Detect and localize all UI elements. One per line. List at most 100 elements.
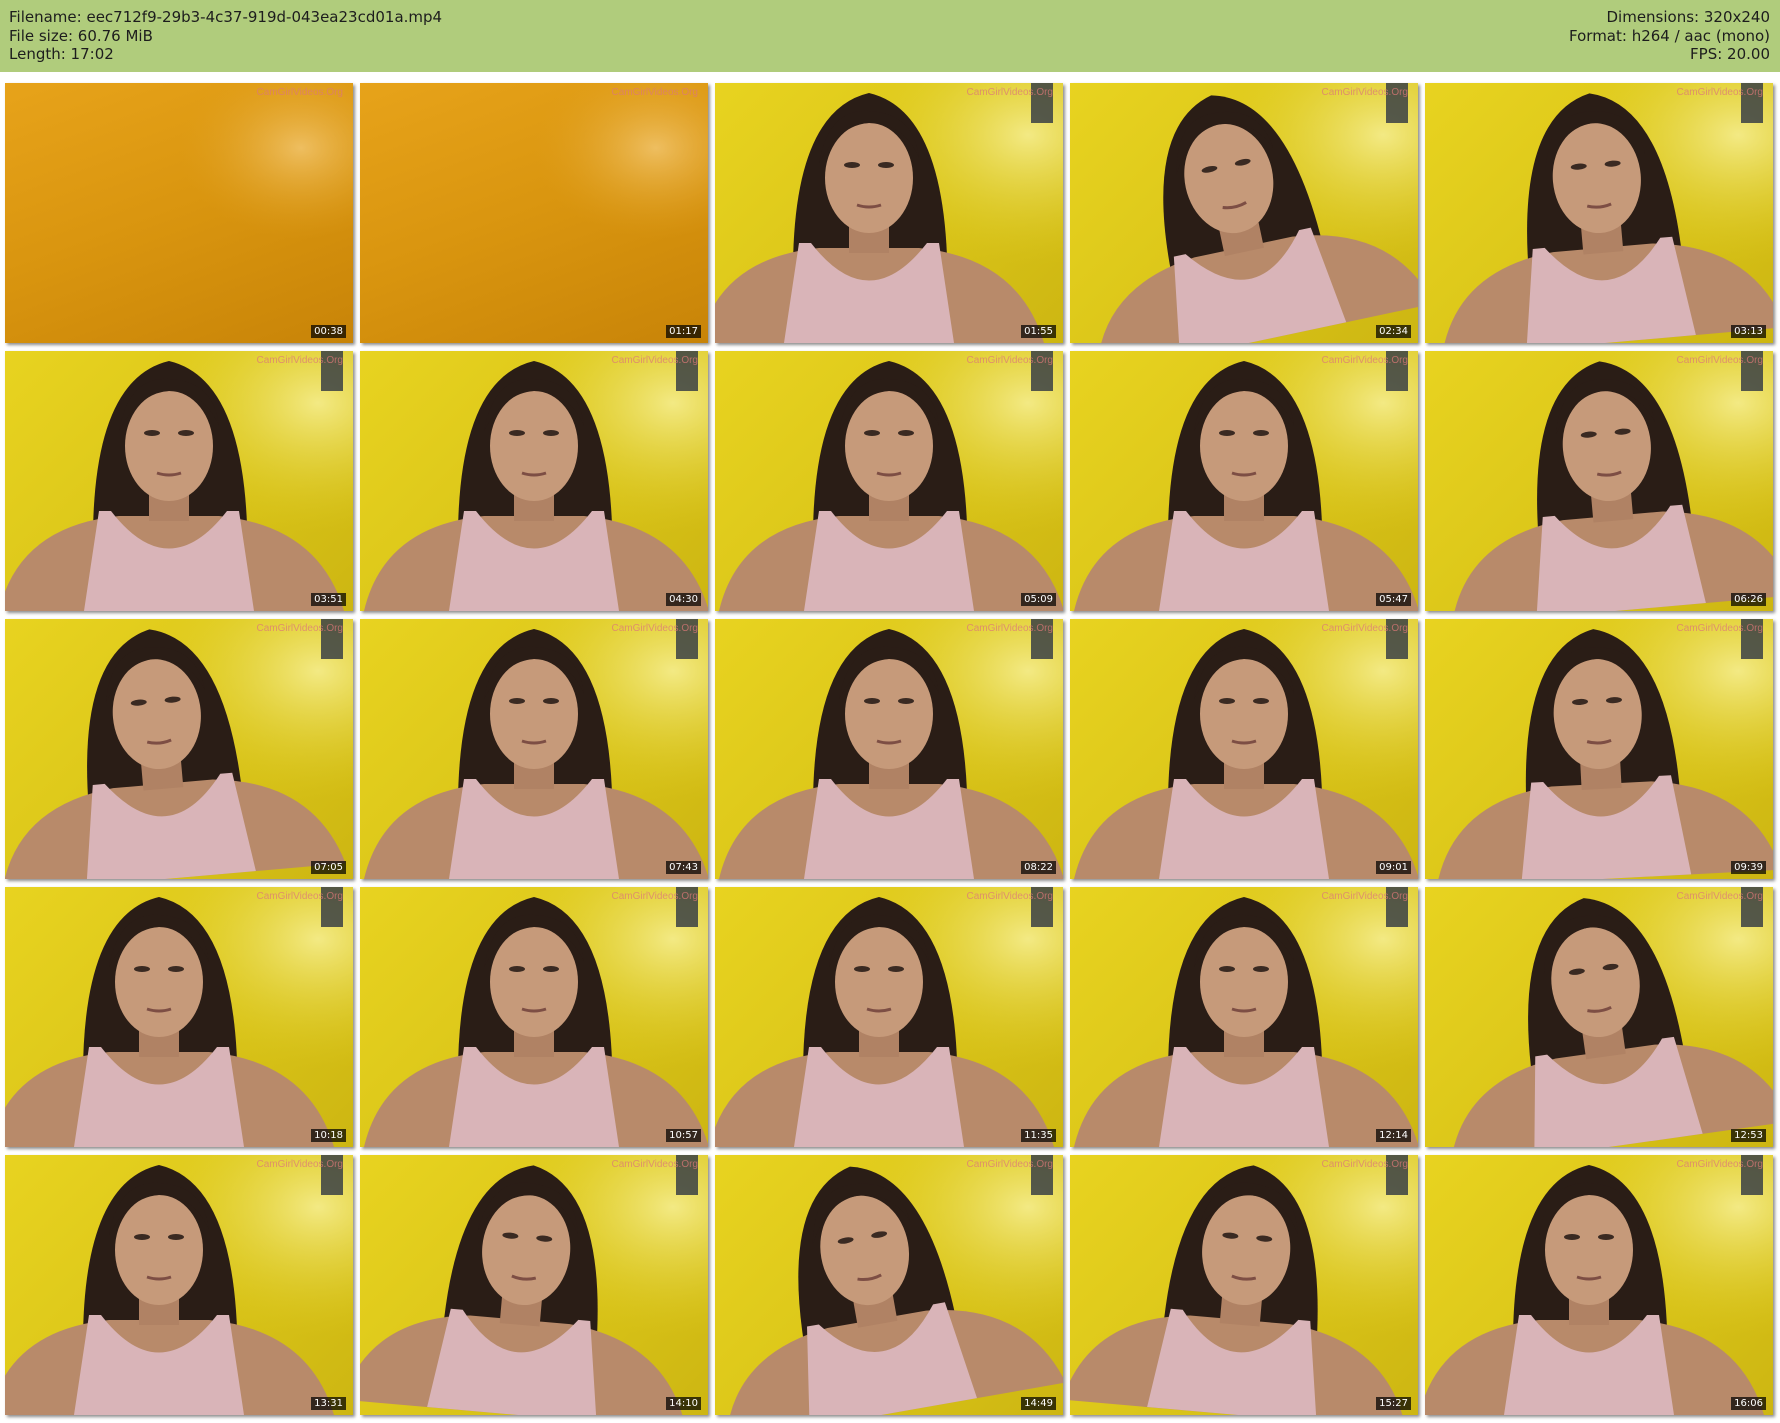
thumbnail-frame[interactable]: CamGirlVideos.Org 03:51	[5, 351, 353, 611]
frame-image	[360, 887, 708, 1147]
watermark-text: CamGirlVideos.Org	[256, 1159, 343, 1170]
thumbnail-frame[interactable]: CamGirlVideos.Org 02:34	[1070, 83, 1418, 343]
thumbnail-frame[interactable]: CamGirlVideos.Org 08:22	[715, 619, 1063, 879]
watermark-text: CamGirlVideos.Org	[611, 623, 698, 634]
timestamp-label: 15:27	[1376, 1397, 1411, 1410]
timestamp-label: 05:09	[1021, 593, 1056, 606]
timestamp-label: 03:51	[311, 593, 346, 606]
frame-image	[360, 1155, 708, 1415]
frame-image	[360, 351, 708, 611]
length-text: Length: 17:02	[9, 45, 114, 63]
timestamp-label: 07:05	[311, 861, 346, 874]
thumbnail-frame[interactable]: CamGirlVideos.Org 14:10	[360, 1155, 708, 1415]
frame-image	[1425, 1155, 1773, 1415]
watermark-text: CamGirlVideos.Org	[256, 891, 343, 902]
watermark-text: CamGirlVideos.Org	[1321, 891, 1408, 902]
frame-image	[5, 619, 353, 879]
frame-image	[1070, 351, 1418, 611]
timestamp-label: 12:53	[1731, 1129, 1766, 1142]
watermark-text: CamGirlVideos.Org	[966, 623, 1053, 634]
timestamp-label: 11:35	[1021, 1129, 1056, 1142]
timestamp-label: 01:55	[1021, 325, 1056, 338]
watermark-text: CamGirlVideos.Org	[966, 87, 1053, 98]
watermark-text: CamGirlVideos.Org	[1321, 623, 1408, 634]
watermark-text: CamGirlVideos.Org	[611, 355, 698, 366]
frame-image	[1070, 619, 1418, 879]
timestamp-label: 14:49	[1021, 1397, 1056, 1410]
timestamp-label: 10:57	[666, 1129, 701, 1142]
watermark-text: CamGirlVideos.Org	[966, 355, 1053, 366]
watermark-text: CamGirlVideos.Org	[1676, 87, 1763, 98]
watermark-text: CamGirlVideos.Org	[1676, 891, 1763, 902]
thumbnail-frame[interactable]: CamGirlVideos.Org 03:13	[1425, 83, 1773, 343]
watermark-text: CamGirlVideos.Org	[611, 1159, 698, 1170]
filename-text: Filename: eec712f9-29b3-4c37-919d-043ea2…	[9, 8, 443, 26]
thumbnail-frame[interactable]: CamGirlVideos.Org 10:57	[360, 887, 708, 1147]
thumbnail-frame[interactable]: CamGirlVideos.Org 07:05	[5, 619, 353, 879]
thumbnail-frame[interactable]: CamGirlVideos.Org 01:55	[715, 83, 1063, 343]
frame-image	[5, 351, 353, 611]
filesize-text: File size: 60.76 MiB	[9, 26, 153, 45]
thumbnail-frame[interactable]: CamGirlVideos.Org 01:17	[360, 83, 708, 343]
thumbnail-frame[interactable]: CamGirlVideos.Org 04:30	[360, 351, 708, 611]
timestamp-label: 06:26	[1731, 593, 1766, 606]
timestamp-label: 10:18	[311, 1129, 346, 1142]
timestamp-label: 16:06	[1731, 1397, 1766, 1410]
frame-image	[360, 83, 708, 343]
thumbnail-frame[interactable]: CamGirlVideos.Org 15:27	[1070, 1155, 1418, 1415]
frame-image	[715, 1155, 1063, 1415]
format-text: Format: h264 / aac (mono)	[1569, 26, 1770, 45]
timestamp-label: 09:01	[1376, 861, 1411, 874]
video-info: Dimensions: 320x240 Format: h264 / aac (…	[1569, 8, 1770, 64]
frame-image	[1425, 351, 1773, 611]
watermark-text: CamGirlVideos.Org	[1321, 1159, 1408, 1170]
timestamp-label: 02:34	[1376, 325, 1411, 338]
timestamp-label: 07:43	[666, 861, 701, 874]
watermark-text: CamGirlVideos.Org	[256, 623, 343, 634]
thumbnail-frame[interactable]: CamGirlVideos.Org 12:14	[1070, 887, 1418, 1147]
frame-image	[5, 83, 353, 343]
thumbnail-frame[interactable]: CamGirlVideos.Org 11:35	[715, 887, 1063, 1147]
frame-image	[5, 1155, 353, 1415]
frame-image	[715, 619, 1063, 879]
frame-image	[360, 619, 708, 879]
timestamp-label: 09:39	[1731, 861, 1766, 874]
timestamp-label: 13:31	[311, 1397, 346, 1410]
watermark-text: CamGirlVideos.Org	[611, 891, 698, 902]
watermark-text: CamGirlVideos.Org	[966, 1159, 1053, 1170]
timestamp-label: 05:47	[1376, 593, 1411, 606]
watermark-text: CamGirlVideos.Org	[966, 891, 1053, 902]
frame-image	[1070, 887, 1418, 1147]
thumbnail-frame[interactable]: CamGirlVideos.Org 07:43	[360, 619, 708, 879]
timestamp-label: 04:30	[666, 593, 701, 606]
frame-image	[715, 83, 1063, 343]
watermark-text: CamGirlVideos.Org	[1676, 355, 1763, 366]
timestamp-label: 01:17	[666, 325, 701, 338]
watermark-text: CamGirlVideos.Org	[1321, 355, 1408, 366]
watermark-text: CamGirlVideos.Org	[1676, 1159, 1763, 1170]
timestamp-label: 00:38	[311, 325, 346, 338]
thumbnail-frame[interactable]: CamGirlVideos.Org 05:47	[1070, 351, 1418, 611]
frame-image	[1425, 887, 1773, 1147]
thumbnail-frame[interactable]: CamGirlVideos.Org 14:49	[715, 1155, 1063, 1415]
thumbnail-frame[interactable]: CamGirlVideos.Org 10:18	[5, 887, 353, 1147]
timestamp-label: 03:13	[1731, 325, 1766, 338]
thumbnail-frame[interactable]: CamGirlVideos.Org 09:01	[1070, 619, 1418, 879]
frame-image	[1425, 83, 1773, 343]
thumbnail-frame[interactable]: CamGirlVideos.Org 06:26	[1425, 351, 1773, 611]
frame-image	[5, 887, 353, 1147]
watermark-text: CamGirlVideos.Org	[611, 87, 698, 98]
thumbnail-frame[interactable]: CamGirlVideos.Org 09:39	[1425, 619, 1773, 879]
thumbnail-frame[interactable]: CamGirlVideos.Org 16:06	[1425, 1155, 1773, 1415]
watermark-text: CamGirlVideos.Org	[256, 355, 343, 366]
fps-text: FPS: 20.00	[1690, 45, 1770, 63]
info-header: Filename: eec712f9-29b3-4c37-919d-043ea2…	[0, 0, 1780, 72]
frame-image	[1425, 619, 1773, 879]
thumbnail-frame[interactable]: CamGirlVideos.Org 13:31	[5, 1155, 353, 1415]
watermark-text: CamGirlVideos.Org	[1676, 623, 1763, 634]
dimensions-text: Dimensions: 320x240	[1606, 8, 1770, 26]
thumbnail-frame[interactable]: CamGirlVideos.Org 05:09	[715, 351, 1063, 611]
thumbnail-frame[interactable]: CamGirlVideos.Org 00:38	[5, 83, 353, 343]
frame-image	[715, 351, 1063, 611]
thumbnail-frame[interactable]: CamGirlVideos.Org 12:53	[1425, 887, 1773, 1147]
